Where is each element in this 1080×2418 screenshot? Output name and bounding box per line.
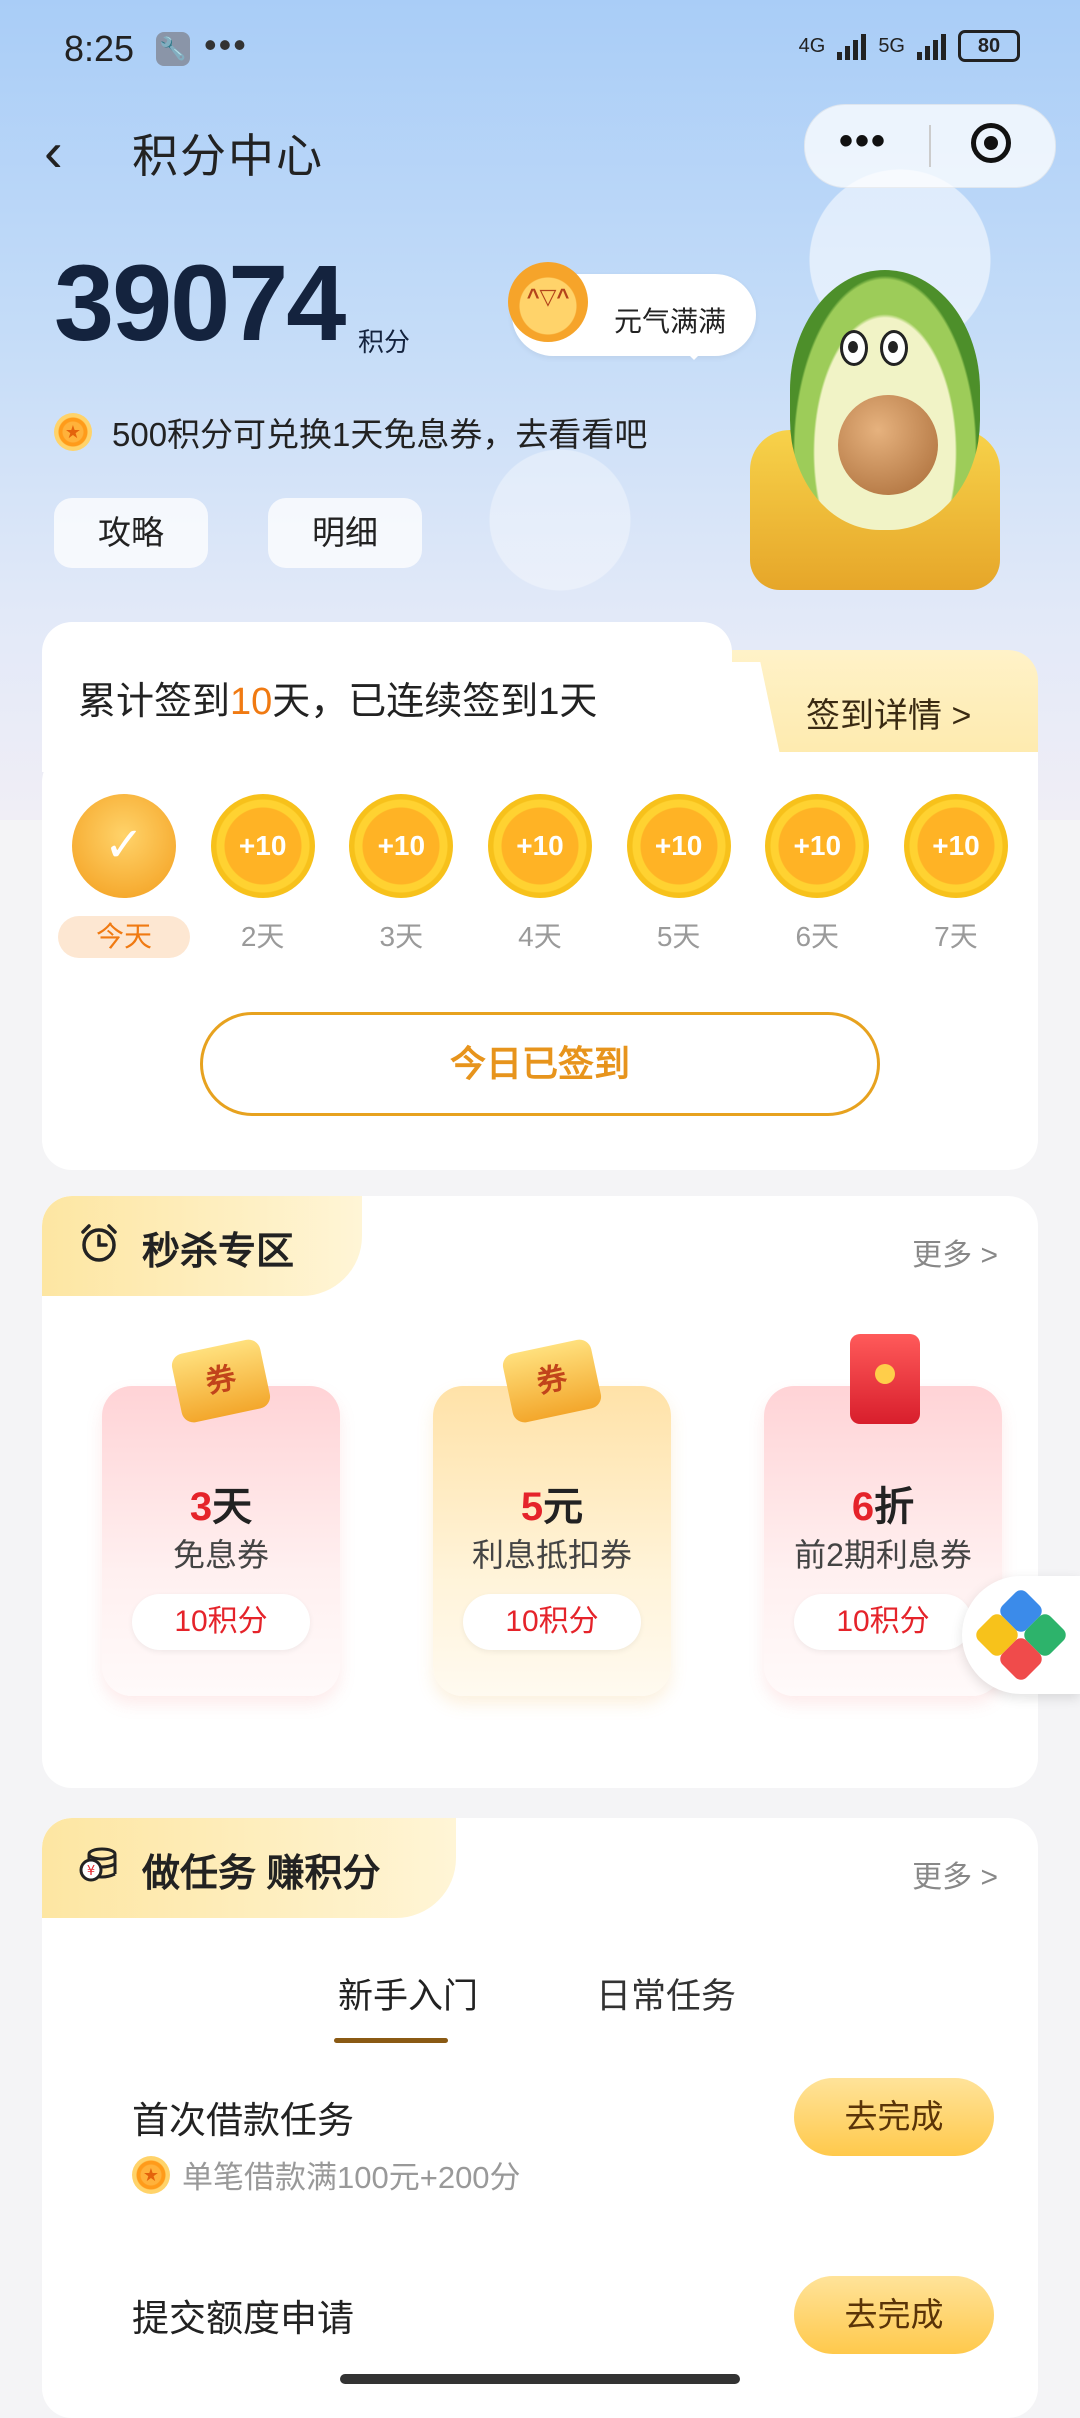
- signin-day: +10 7天: [903, 794, 1008, 958]
- offer-title: 6折: [851, 1485, 915, 1529]
- network-4g-label: 4G: [798, 34, 826, 57]
- capsule-divider: [929, 125, 931, 167]
- alarm-clock-icon: [81, 1224, 117, 1262]
- task-item: 提交额度申请 去完成: [132, 2276, 994, 2408]
- guide-button[interactable]: 攻略: [54, 498, 208, 568]
- reward-coin-icon: +10: [487, 794, 592, 898]
- tasks-title: 做任务 赚积分: [142, 1853, 381, 1895]
- mood-bubble: ^▽^ 元气满满: [508, 262, 756, 360]
- offer-price-button[interactable]: 10积分: [132, 1594, 310, 1650]
- signed-today-button[interactable]: 今日已签到: [200, 1012, 880, 1116]
- capsule-more-button[interactable]: •••: [839, 121, 887, 161]
- offer-list: 券 3天 免息券 10积分 券 5元 利息抵扣券 10积分 6折 前2期利息券 …: [102, 1326, 1002, 1696]
- tab-beginner[interactable]: 新手入门: [338, 1968, 478, 2019]
- signin-day: +10 6天: [765, 794, 870, 958]
- reward-coin-icon: +10: [626, 794, 731, 898]
- coupon-ticket-icon: 券: [166, 1326, 276, 1436]
- task-complete-button[interactable]: 去完成: [794, 2276, 994, 2354]
- signal-icon: [917, 32, 946, 60]
- flash-sale-title: 秒杀专区: [142, 1231, 295, 1273]
- exchange-tip-text: 500积分可兑换1天免息券，去看看吧: [112, 416, 648, 453]
- svg-text:¥: ¥: [87, 1864, 95, 1879]
- status-bar: 8:25 🔧 ••• 4G 5G 80: [0, 0, 1080, 100]
- coupon-ticket-icon: 券: [497, 1326, 607, 1436]
- day-label: 7天: [934, 921, 978, 952]
- day-label: 2天: [240, 921, 285, 952]
- sun-emoji-icon: ^▽^: [508, 262, 588, 342]
- offer-item[interactable]: 券 5元 利息抵扣券 10积分: [433, 1326, 671, 1696]
- day-label: 5天: [656, 921, 701, 952]
- offer-title: 5元: [520, 1485, 584, 1529]
- battery-icon: 80: [958, 30, 1020, 62]
- coin-star-icon: ★: [132, 2155, 170, 2194]
- task-item: 首次借款任务 ★ 单笔借款满100元+200分 去完成: [132, 2078, 994, 2210]
- task-complete-button[interactable]: 去完成: [794, 2078, 994, 2156]
- task-reward: ★ 单笔借款满100元+200分: [132, 2152, 521, 2197]
- signin-day: +10 3天: [349, 794, 454, 958]
- avocado-mascot-image: [730, 250, 1030, 600]
- tasks-card: ¥ 做任务 赚积分 更多 > 新手入门 日常任务 首次借款任务 ★ 单笔借款满1…: [42, 1818, 1038, 2418]
- exchange-tip[interactable]: ★ 500积分可兑换1天免息券，去看看吧: [54, 408, 647, 456]
- task-name: 提交额度申请: [132, 2298, 354, 2339]
- signin-day: +10 2天: [210, 794, 315, 958]
- signin-days-row: ✓ 今天 +10 2天 +10 3天 +10 4天 +10 5天 +10 6天 +10 7天: [58, 794, 1008, 958]
- task-tabs: 新手入门 日常任务: [42, 1968, 1038, 2058]
- red-packet-icon: [828, 1326, 938, 1436]
- reward-coin-icon: +10: [210, 794, 315, 898]
- colorful-diamond-icon: [972, 1586, 1070, 1684]
- reward-coin-icon: +10: [765, 794, 870, 898]
- coin-stack-icon: ¥: [79, 1847, 117, 1882]
- page-title: 积分中心: [132, 130, 324, 182]
- floating-diamond-button[interactable]: [962, 1576, 1080, 1694]
- home-indicator[interactable]: [340, 2374, 740, 2384]
- active-tab-indicator: [334, 2038, 448, 2043]
- reward-coin-icon: +10: [903, 794, 1008, 898]
- points-value: 39074: [54, 242, 346, 363]
- status-time: 8:25: [64, 28, 135, 69]
- status-more-icon: •••: [204, 24, 248, 65]
- day-label: 3天: [379, 921, 424, 952]
- status-indicators: 4G 5G 80: [799, 30, 1020, 62]
- points-unit: 积分: [358, 327, 411, 357]
- signal-icon: [837, 32, 867, 60]
- day-label: 4天: [518, 921, 562, 952]
- mood-text: 元气满满: [614, 306, 727, 337]
- offer-price-button[interactable]: 10积分: [463, 1594, 641, 1650]
- offer-subtitle: 利息抵扣券: [471, 1537, 632, 1573]
- day-label: 6天: [795, 921, 840, 952]
- mini-program-capsule: •••: [804, 104, 1056, 188]
- coin-star-icon: ★: [54, 413, 92, 451]
- wrench-icon: 🔧: [156, 32, 190, 66]
- signin-day: ✓ 今天: [58, 794, 190, 958]
- task-reward-text: 单笔借款满100元+200分: [182, 2160, 521, 2195]
- offer-title: 3天: [189, 1485, 253, 1529]
- signin-detail-link[interactable]: 签到详情 >: [806, 688, 971, 737]
- offer-subtitle: 前2期利息券: [794, 1537, 972, 1573]
- task-name: 首次借款任务: [132, 2100, 354, 2141]
- nav-bar: ‹ 积分中心 •••: [0, 100, 1080, 210]
- signin-summary: 累计签到10天，已连续签到1天: [78, 681, 598, 723]
- day-label: 今天: [58, 916, 190, 958]
- flash-sale-more-link[interactable]: 更多 >: [912, 1230, 998, 1274]
- signin-card: 累计签到10天，已连续签到1天 签到详情 > ✓ 今天 +10 2天 +10 3天 +…: [42, 622, 1038, 1170]
- offer-item[interactable]: 券 3天 免息券 10积分: [102, 1326, 340, 1696]
- reward-coin-icon: +10: [349, 794, 454, 898]
- signin-day: +10 4天: [487, 794, 592, 958]
- signin-day: +10 5天: [626, 794, 731, 958]
- detail-button[interactable]: 明细: [268, 498, 422, 568]
- tab-daily[interactable]: 日常任务: [596, 1968, 736, 2019]
- offer-subtitle: 免息券: [172, 1537, 269, 1573]
- flash-sale-card: 秒杀专区 更多 > 券 3天 免息券 10积分 券 5元 利息抵扣券 10积分 …: [42, 1196, 1038, 1788]
- offer-price-button[interactable]: 10积分: [794, 1594, 972, 1650]
- tasks-more-link[interactable]: 更多 >: [912, 1852, 998, 1896]
- signin-total-days: 10: [230, 681, 273, 723]
- back-arrow-icon[interactable]: ‹: [44, 124, 84, 184]
- capsule-close-button[interactable]: [971, 123, 1011, 163]
- checkmark-coin-icon: ✓: [72, 794, 176, 898]
- network-5g-label: 5G: [878, 34, 905, 57]
